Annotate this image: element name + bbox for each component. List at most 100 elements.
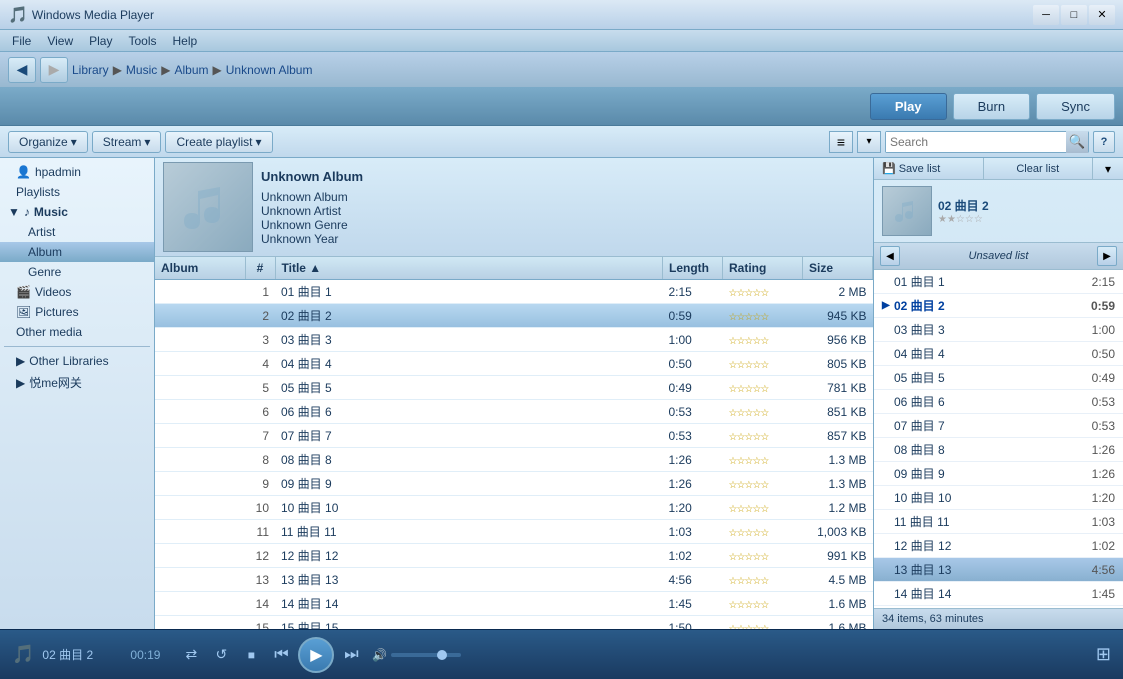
forward-button[interactable]: ▶ — [40, 57, 68, 83]
playlist-item[interactable]: 13 曲目 13 4:56 — [874, 558, 1123, 582]
view-toggle-button[interactable]: ▾ — [857, 131, 881, 153]
view-mode-button[interactable]: ⊞ — [1096, 644, 1111, 665]
playlist-item-name: 09 曲目 9 — [894, 465, 1092, 482]
stream-button[interactable]: Stream ▾ — [92, 131, 162, 153]
table-row[interactable]: 8 08 曲目 8 1:26 ☆☆☆☆☆ 1.3 MB — [155, 448, 873, 472]
playlist-item[interactable]: 07 曲目 7 0:53 — [874, 414, 1123, 438]
sidebar-item-pictures[interactable]: 🖼 Pictures — [0, 302, 154, 322]
menu-tools[interactable]: Tools — [120, 32, 164, 50]
col-num[interactable]: # — [245, 257, 275, 280]
search-input[interactable] — [886, 132, 1066, 152]
sidebar-item-genre[interactable]: Genre — [0, 262, 154, 282]
cell-album — [155, 280, 245, 304]
col-size[interactable]: Size — [803, 257, 873, 280]
playlist-back-button[interactable]: ◀ — [880, 246, 900, 266]
cell-num: 1 — [245, 280, 275, 304]
clear-list-button[interactable]: Clear list — [984, 158, 1094, 179]
gateway-label: 悦me网关 — [29, 374, 82, 391]
playlist-item[interactable]: 12 曲目 12 1:02 — [874, 534, 1123, 558]
sidebar-item-videos[interactable]: 🎬 Videos — [0, 282, 154, 302]
sidebar-item-album[interactable]: Album — [0, 242, 154, 262]
table-row[interactable]: 11 11 曲目 11 1:03 ☆☆☆☆☆ 1,003 KB — [155, 520, 873, 544]
playlist-forward-button[interactable]: ▶ — [1097, 246, 1117, 266]
playlist-item-name: 10 曲目 10 — [894, 489, 1092, 506]
prev-button[interactable]: ⏮ — [268, 642, 294, 668]
right-options-button[interactable]: ▾ — [1093, 158, 1123, 179]
organize-label: Organize — [19, 135, 68, 149]
playlist-item[interactable]: 03 曲目 3 1:00 — [874, 318, 1123, 342]
playlist-item[interactable]: 10 曲目 10 1:20 — [874, 486, 1123, 510]
playlist-item[interactable]: 08 曲目 8 1:26 — [874, 438, 1123, 462]
sidebar-item-user[interactable]: 👤 hpadmin — [0, 162, 154, 182]
genre-label: Genre — [28, 265, 61, 279]
mute-icon[interactable]: 🔊 — [372, 648, 387, 662]
minimize-button[interactable]: ─ — [1033, 5, 1059, 25]
col-length[interactable]: Length — [663, 257, 723, 280]
playlist-item[interactable]: 11 曲目 11 1:03 — [874, 510, 1123, 534]
stop-button[interactable]: ■ — [238, 642, 264, 668]
table-row[interactable]: 6 06 曲目 6 0:53 ☆☆☆☆☆ 851 KB — [155, 400, 873, 424]
menu-file[interactable]: File — [4, 32, 39, 50]
playlist-item[interactable]: 05 曲目 5 0:49 — [874, 366, 1123, 390]
table-row[interactable]: 15 15 曲目 15 1:50 ☆☆☆☆☆ 1.6 MB — [155, 616, 873, 630]
table-row[interactable]: 14 14 曲目 14 1:45 ☆☆☆☆☆ 1.6 MB — [155, 592, 873, 616]
create-playlist-button[interactable]: Create playlist ▾ — [165, 131, 272, 153]
cell-num: 8 — [245, 448, 275, 472]
organize-button[interactable]: Organize ▾ — [8, 131, 88, 153]
playlist-item[interactable]: 14 曲目 14 1:45 — [874, 582, 1123, 606]
sidebar-item-playlists[interactable]: Playlists — [0, 182, 154, 202]
table-row[interactable]: 3 03 曲目 3 1:00 ☆☆☆☆☆ 956 KB — [155, 328, 873, 352]
back-button[interactable]: ◀ — [8, 57, 36, 83]
user-icon: 👤 — [16, 165, 31, 179]
sidebar-category-music[interactable]: ▼ ♪ Music — [0, 202, 154, 222]
breadcrumb-unknown-album[interactable]: Unknown Album — [226, 63, 313, 77]
col-rating[interactable]: Rating — [723, 257, 803, 280]
menu-help[interactable]: Help — [165, 32, 206, 50]
table-row[interactable]: 1 01 曲目 1 2:15 ☆☆☆☆☆ 2 MB — [155, 280, 873, 304]
breadcrumb-album[interactable]: Album — [175, 63, 209, 77]
menu-play[interactable]: Play — [81, 32, 120, 50]
table-row[interactable]: 7 07 曲目 7 0:53 ☆☆☆☆☆ 857 KB — [155, 424, 873, 448]
col-title[interactable]: Title ▲ — [275, 257, 663, 280]
shuffle-button[interactable]: ⇄ — [178, 642, 204, 668]
table-row[interactable]: 10 10 曲目 10 1:20 ☆☆☆☆☆ 1.2 MB — [155, 496, 873, 520]
table-row[interactable]: 5 05 曲目 5 0:49 ☆☆☆☆☆ 781 KB — [155, 376, 873, 400]
breadcrumb-library[interactable]: Library — [72, 63, 109, 77]
playlist-item[interactable]: ▶ 02 曲目 2 0:59 — [874, 294, 1123, 318]
menu-view[interactable]: View — [39, 32, 81, 50]
play-tab[interactable]: Play — [870, 93, 947, 120]
playlist-item[interactable]: 09 曲目 9 1:26 — [874, 462, 1123, 486]
table-row[interactable]: 12 12 曲目 12 1:02 ☆☆☆☆☆ 991 KB — [155, 544, 873, 568]
sidebar-item-other-media[interactable]: Other media — [0, 322, 154, 342]
table-row[interactable]: 4 04 曲目 4 0:50 ☆☆☆☆☆ 805 KB — [155, 352, 873, 376]
album-thumbnail — [163, 162, 253, 252]
playlist-panel[interactable]: 01 曲目 1 2:15 ▶ 02 曲目 2 0:59 03 曲目 3 1:00… — [874, 270, 1123, 608]
playlist-item[interactable]: 06 曲目 6 0:53 — [874, 390, 1123, 414]
table-row[interactable]: 13 13 曲目 13 4:56 ☆☆☆☆☆ 4.5 MB — [155, 568, 873, 592]
sidebar-item-other-libraries[interactable]: ▶ Other Libraries — [0, 351, 154, 371]
col-album[interactable]: Album — [155, 257, 245, 280]
save-list-button[interactable]: 💾 Save list — [874, 158, 984, 179]
sidebar-item-gateway[interactable]: ▶ 悦me网关 — [0, 371, 154, 394]
volume-slider[interactable] — [391, 653, 461, 657]
playlist-item[interactable]: 01 曲目 1 2:15 — [874, 270, 1123, 294]
play-button[interactable]: ▶ — [298, 637, 334, 673]
playlist-item[interactable]: 04 曲目 4 0:50 — [874, 342, 1123, 366]
table-row[interactable]: 2 02 曲目 2 0:59 ☆☆☆☆☆ 945 KB — [155, 304, 873, 328]
help-button[interactable]: ? — [1093, 131, 1115, 153]
close-button[interactable]: ✕ — [1089, 5, 1115, 25]
table-row[interactable]: 9 09 曲目 9 1:26 ☆☆☆☆☆ 1.3 MB — [155, 472, 873, 496]
sync-tab[interactable]: Sync — [1036, 93, 1115, 120]
next-button[interactable]: ⏭ — [338, 642, 364, 668]
cell-album — [155, 352, 245, 376]
burn-tab[interactable]: Burn — [953, 93, 1030, 120]
cell-num: 6 — [245, 400, 275, 424]
breadcrumb-music[interactable]: Music — [126, 63, 157, 77]
sidebar-item-artist[interactable]: Artist — [0, 222, 154, 242]
repeat-button[interactable]: ↺ — [208, 642, 234, 668]
view-options-button[interactable]: ≡ — [829, 131, 853, 153]
maximize-button[interactable]: □ — [1061, 5, 1087, 25]
track-table-container[interactable]: Album # Title ▲ Length Rating Size 1 01 … — [155, 257, 873, 629]
album-artist-detail: Unknown Artist — [261, 204, 363, 218]
search-button[interactable]: 🔍 — [1066, 131, 1088, 153]
